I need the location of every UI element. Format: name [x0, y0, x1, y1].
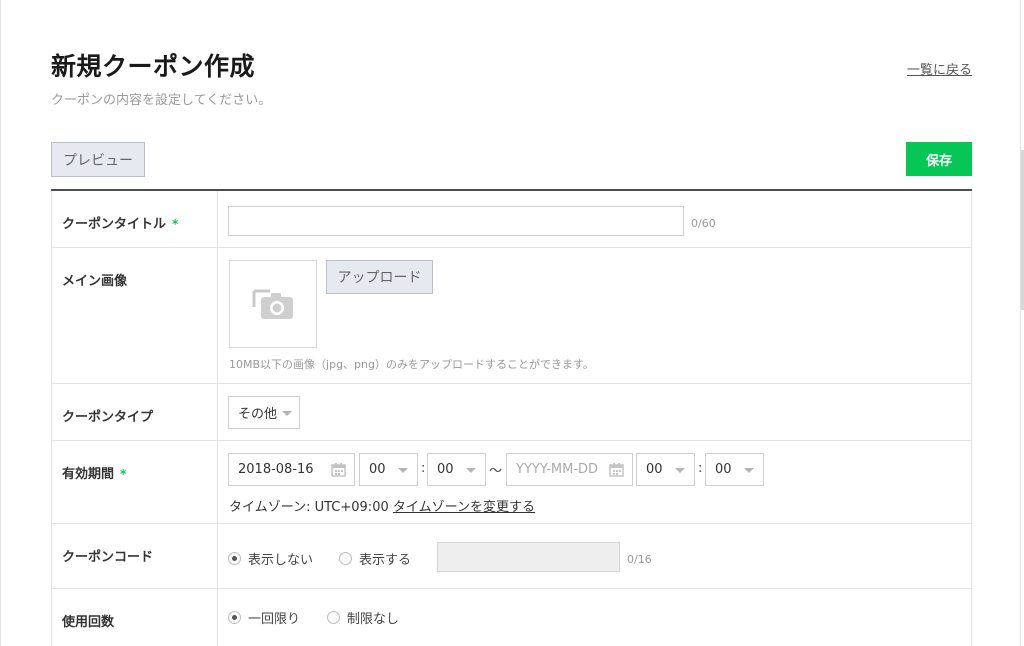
radio-show-label: 表示する — [359, 553, 412, 568]
start-date-value: 2018-08-16 — [238, 462, 314, 477]
chevron-down-icon — [466, 468, 476, 473]
start-hour-select[interactable]: 00 — [359, 453, 418, 486]
label-cell: 有効期間 * — [52, 441, 218, 523]
radio-hide-code[interactable]: 表示しない — [228, 549, 313, 568]
end-minute-value: 00 — [715, 462, 732, 477]
label-cell: 使用回数 — [52, 589, 218, 646]
value-cell: 0/60 — [218, 191, 971, 247]
camera-icon — [252, 289, 293, 319]
window-left-edge — [0, 0, 1, 646]
calendar-icon — [331, 463, 346, 477]
radio-button-selected[interactable] — [228, 611, 241, 624]
value-cell: アップロード 10MB以下の画像（jpg、png）のみをアップロードすることがで… — [218, 248, 971, 383]
calendar-icon — [609, 463, 624, 477]
label-cell: クーポンコード — [52, 524, 218, 588]
form-row-image: メイン画像 アップロード 10MB以下の画像（jpg、png）のみをアップロード… — [51, 248, 972, 384]
upload-button[interactable]: アップロード — [326, 260, 433, 294]
form-row-usage: 使用回数 一回限り 制限なし — [51, 589, 972, 646]
value-cell: 表示しない 表示する 0/16 — [218, 524, 971, 588]
label-cell: クーポンタイトル * — [52, 191, 218, 247]
change-timezone-link[interactable]: タイムゾーンを変更する — [393, 500, 535, 515]
coupon-title-label: クーポンタイトル — [62, 217, 167, 232]
valid-period-label: 有効期間 — [62, 467, 115, 482]
coupon-form-table: クーポンタイトル * 0/60 メイン画像 アップロード 10MB以下の画像（jp… — [51, 189, 972, 646]
form-row-period: 有効期間 * 2018-08-16 00 : 00 〜 YYYY-MM-DD 0… — [51, 441, 972, 524]
end-date-placeholder: YYYY-MM-DD — [516, 462, 599, 477]
code-char-counter: 0/16 — [627, 553, 652, 566]
radio-show-code[interactable]: 表示する — [339, 549, 411, 568]
end-minute-select[interactable]: 00 — [705, 453, 764, 486]
radio-once[interactable]: 一回限り — [228, 608, 300, 627]
start-hour-value: 00 — [369, 462, 386, 477]
label-cell: メイン画像 — [52, 248, 218, 383]
page-subtitle: クーポンの内容を設定してください。 — [51, 93, 272, 108]
coupon-title-input[interactable] — [228, 206, 684, 236]
value-cell: 2018-08-16 00 : 00 〜 YYYY-MM-DD 00: 00 … — [218, 441, 971, 523]
chevron-down-icon — [282, 411, 292, 416]
timezone-line: タイムゾーン: UTC+09:00 タイムゾーンを変更する — [229, 496, 535, 515]
start-date-input[interactable]: 2018-08-16 — [228, 453, 355, 486]
form-row-code: クーポンコード 表示しない 表示する 0/16 — [51, 524, 972, 589]
timezone-text: タイムゾーン: UTC+09:00 — [229, 500, 389, 515]
back-to-list-link[interactable]: 一覧に戻る — [907, 59, 972, 78]
required-mark: * — [120, 467, 127, 481]
upload-note: 10MB以下の画像（jpg、png）のみをアップロードすることができます。 — [229, 358, 594, 371]
radio-button[interactable] — [327, 611, 340, 624]
main-image-label: メイン画像 — [62, 274, 128, 289]
form-row-type: クーポンタイプ その他 — [51, 384, 972, 441]
image-placeholder[interactable] — [229, 260, 317, 348]
coupon-type-select[interactable]: その他 — [228, 396, 300, 429]
end-hour-select[interactable]: 00 — [636, 453, 695, 486]
time-colon: : — [421, 461, 426, 476]
range-tilde: 〜 — [489, 464, 503, 479]
window-right-edge — [1020, 0, 1021, 646]
end-date-input[interactable]: YYYY-MM-DD — [506, 453, 633, 486]
save-button[interactable]: 保存 — [906, 142, 972, 176]
radio-once-label: 一回限り — [248, 612, 301, 627]
radio-button-selected[interactable] — [228, 552, 241, 565]
coupon-type-label: クーポンタイプ — [62, 410, 154, 425]
start-minute-select[interactable]: 00 — [427, 453, 486, 486]
radio-unlimited-label: 制限なし — [347, 612, 400, 627]
title-char-counter: 0/60 — [691, 217, 716, 230]
form-row-title: クーポンタイトル * 0/60 — [51, 191, 972, 248]
preview-button[interactable]: プレビュー — [51, 142, 145, 177]
coupon-type-value: その他 — [238, 407, 278, 422]
radio-hide-label: 表示しない — [248, 553, 314, 568]
value-cell: 一回限り 制限なし — [218, 589, 971, 646]
chevron-down-icon — [744, 468, 754, 473]
label-cell: クーポンタイプ — [52, 384, 218, 440]
radio-unlimited[interactable]: 制限なし — [327, 608, 399, 627]
chevron-down-icon — [398, 468, 408, 473]
page-title: 新規クーポン作成 — [51, 52, 256, 81]
coupon-code-label: クーポンコード — [62, 550, 154, 565]
usage-count-label: 使用回数 — [62, 615, 115, 630]
time-colon: : — [698, 461, 703, 476]
value-cell: その他 — [218, 384, 971, 440]
chevron-down-icon — [675, 468, 685, 473]
start-minute-value: 00 — [437, 462, 454, 477]
radio-button[interactable] — [339, 552, 352, 565]
end-hour-value: 00 — [646, 462, 663, 477]
required-mark: * — [172, 217, 179, 231]
coupon-code-input[interactable] — [437, 542, 620, 572]
